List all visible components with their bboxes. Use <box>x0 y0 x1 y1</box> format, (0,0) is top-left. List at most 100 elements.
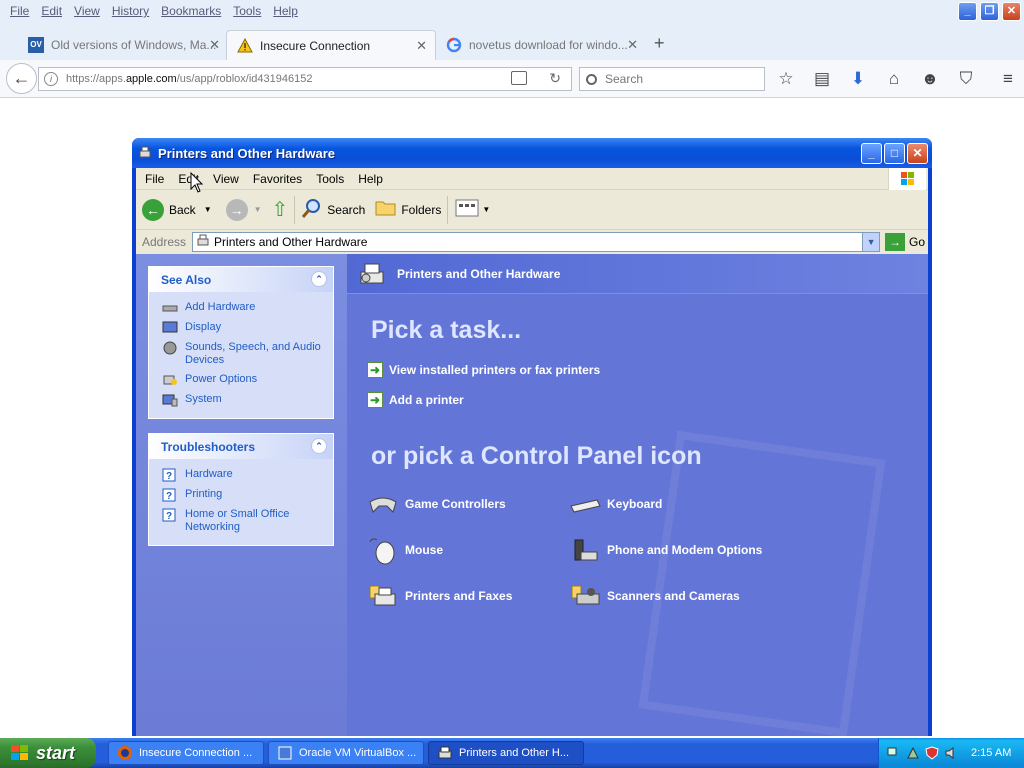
help-icon: ? <box>162 488 178 502</box>
address-dropdown-icon[interactable]: ▼ <box>862 233 880 251</box>
cp-game-controllers[interactable]: Game Controllers <box>367 488 506 520</box>
address-input[interactable]: Printers and Other Hardware ▼ <box>192 232 881 252</box>
cp-keyboard[interactable]: Keyboard <box>569 488 662 520</box>
restore-button[interactable]: ❐ <box>980 2 999 21</box>
link-label: Add Hardware <box>185 301 256 313</box>
link-home-networking[interactable]: ? Home or Small Office Networking <box>149 505 333 537</box>
cp-mouse[interactable]: Mouse <box>367 534 443 566</box>
chevron-down-icon[interactable]: ▼ <box>204 205 212 214</box>
cp-label: Keyboard <box>607 497 663 511</box>
window-titlebar[interactable]: Printers and Other Hardware _ □ ✕ <box>132 138 932 168</box>
network-icon[interactable] <box>887 746 901 760</box>
green-arrow-icon: ➜ <box>367 362 383 378</box>
cp-scanners-cameras[interactable]: Scanners and Cameras <box>569 580 740 612</box>
link-add-hardware[interactable]: Add Hardware <box>149 298 333 318</box>
go-button[interactable]: → Go <box>885 233 925 251</box>
close-tab-icon[interactable]: ✕ <box>416 38 427 54</box>
start-button[interactable]: start <box>0 738 96 768</box>
site-info-icon[interactable]: i <box>44 72 58 86</box>
scanner-icon <box>569 580 601 612</box>
taskbar-printers[interactable]: Printers and Other H... <box>428 741 584 765</box>
link-printing[interactable]: ? Printing <box>149 485 333 505</box>
forward-nav-button[interactable]: → ▼ <box>225 198 262 221</box>
close-button[interactable]: ✕ <box>1002 2 1021 21</box>
menu-edit[interactable]: Edit <box>41 4 62 18</box>
link-label: Home or Small Office Networking <box>185 508 290 533</box>
up-folder-button[interactable]: ⇧ <box>272 197 289 222</box>
folders-button[interactable]: Folders <box>375 198 441 221</box>
tab-title: Insecure Connection <box>260 38 371 53</box>
window-content: See Also ⌃ Add Hardware Display Sounds, … <box>136 254 928 736</box>
close-tab-icon[interactable]: ✕ <box>209 37 220 53</box>
tab-insecure-connection[interactable]: Insecure Connection ✕ <box>226 30 436 60</box>
menu-view[interactable]: View <box>74 4 100 18</box>
link-power-options[interactable]: Power Options <box>149 370 333 390</box>
tab-old-versions[interactable]: OV Old versions of Windows, Ma... ✕ <box>18 30 228 60</box>
reader-view-icon[interactable] <box>511 71 527 85</box>
printer-title-icon <box>138 146 152 160</box>
chevron-down-icon[interactable]: ▼ <box>482 205 490 214</box>
tab-novetus[interactable]: novetus download for windo... ✕ <box>436 30 646 60</box>
win-menu-favorites[interactable]: Favorites <box>253 172 302 186</box>
back-nav-button[interactable]: ← Back ▼ <box>142 198 212 221</box>
task-add-printer[interactable]: ➜ Add a printer <box>367 392 464 408</box>
collapse-chevron-icon[interactable]: ⌃ <box>311 271 327 287</box>
reload-icon[interactable]: ↻ <box>549 70 561 87</box>
collapse-chevron-icon[interactable]: ⌃ <box>311 438 327 454</box>
chevron-down-icon[interactable]: ▼ <box>254 205 262 214</box>
search-input[interactable]: Search <box>579 67 765 91</box>
task-view-printers[interactable]: ➜ View installed printers or fax printer… <box>367 362 600 378</box>
hamburger-menu-icon[interactable]: ≡ <box>998 69 1018 89</box>
back-button[interactable]: ← <box>6 63 37 94</box>
clock[interactable]: 2:15 AM <box>971 747 1011 759</box>
cp-printers-faxes[interactable]: Printers and Faxes <box>367 580 512 612</box>
window-minimize-button[interactable]: _ <box>861 143 882 164</box>
downloads-icon[interactable]: ⬇ <box>848 69 868 89</box>
taskbar-firefox[interactable]: Insecure Connection ... <box>108 741 264 765</box>
link-sounds[interactable]: Sounds, Speech, and Audio Devices <box>149 338 333 370</box>
menu-history[interactable]: History <box>112 4 149 18</box>
win-menu-view[interactable]: View <box>213 172 239 186</box>
menu-tools[interactable]: Tools <box>233 4 261 18</box>
hello-icon[interactable]: ☻ <box>920 69 940 89</box>
green-arrow-icon: ➜ <box>367 392 383 408</box>
forward-arrow-icon: → <box>225 198 248 221</box>
troubleshooters-header[interactable]: Troubleshooters ⌃ <box>149 434 333 459</box>
taskbar-virtualbox[interactable]: Oracle VM VirtualBox ... <box>268 741 424 765</box>
cp-phone-modem[interactable]: Phone and Modem Options <box>569 534 762 566</box>
window-menubar: File Edit View Favorites Tools Help <box>136 168 928 190</box>
explorer-window: Printers and Other Hardware _ □ ✕ File E… <box>132 138 932 736</box>
add-hardware-icon <box>162 301 178 315</box>
pocket-icon[interactable]: ⛉ <box>956 69 976 89</box>
see-also-header[interactable]: See Also ⌃ <box>149 267 333 292</box>
volume-icon[interactable] <box>944 746 958 760</box>
printer-small-icon <box>196 234 210 251</box>
close-tab-icon[interactable]: ✕ <box>627 37 638 53</box>
link-system[interactable]: System <box>149 390 333 410</box>
win-menu-help[interactable]: Help <box>358 172 383 186</box>
new-tab-icon[interactable]: + <box>654 33 665 54</box>
menu-help[interactable]: Help <box>273 4 298 18</box>
link-hardware[interactable]: ? Hardware <box>149 465 333 485</box>
window-close-button[interactable]: ✕ <box>907 143 928 164</box>
google-icon <box>446 37 462 53</box>
reading-list-icon[interactable]: ▤ <box>812 69 832 89</box>
search-button[interactable]: Search <box>301 197 365 222</box>
security-center-icon[interactable] <box>925 746 939 760</box>
home-icon[interactable]: ⌂ <box>884 69 904 89</box>
views-button[interactable]: ▼ <box>454 198 490 221</box>
url-bar[interactable]: i https://apps.apple.com/us/app/roblox/i… <box>38 67 572 91</box>
menu-file[interactable]: File <box>10 4 29 18</box>
taskbar-label: Oracle VM VirtualBox ... <box>299 747 417 759</box>
menu-bookmarks[interactable]: Bookmarks <box>161 4 221 18</box>
task-label: Add a printer <box>389 393 464 407</box>
link-label: Hardware <box>185 468 233 480</box>
safely-remove-icon[interactable] <box>906 746 920 760</box>
svg-text:?: ? <box>166 511 172 522</box>
minimize-button[interactable]: _ <box>958 2 977 21</box>
link-display[interactable]: Display <box>149 318 333 338</box>
window-maximize-button[interactable]: □ <box>884 143 905 164</box>
win-menu-file[interactable]: File <box>145 172 164 186</box>
bookmark-star-icon[interactable]: ☆ <box>776 69 796 89</box>
win-menu-tools[interactable]: Tools <box>316 172 344 186</box>
